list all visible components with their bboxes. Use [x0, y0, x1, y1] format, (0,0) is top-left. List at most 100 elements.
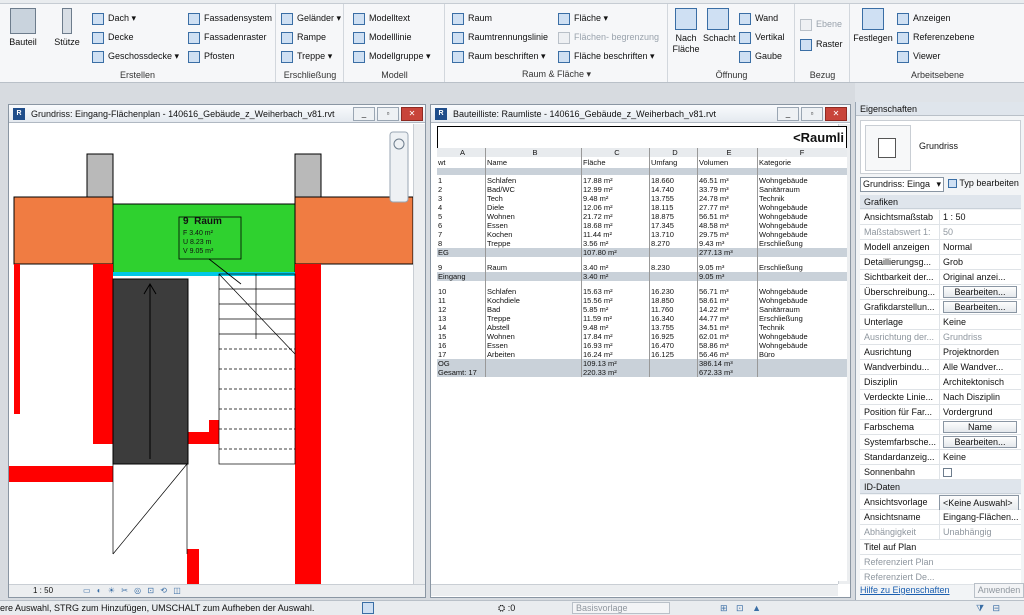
property-category[interactable]: Grafiken: [860, 195, 1021, 209]
table-cell[interactable]: 17.84 m²: [583, 332, 651, 341]
table-cell[interactable]: 27.77 m³: [699, 203, 759, 212]
property-value[interactable]: Projektnorden: [939, 345, 1019, 360]
property-edit-button[interactable]: Bearbeiten...: [943, 286, 1017, 298]
apply-button[interactable]: Anwenden: [974, 583, 1024, 598]
table-row[interactable]: 10 Schlafen 15.63 m² 16.230 56.71 m³ Wohngebä…: [437, 287, 847, 296]
table-cell[interactable]: Arbeiten: [487, 350, 583, 359]
property-row[interactable]: Sonnenbahn: [860, 465, 1021, 482]
table-cell[interactable]: 1: [438, 176, 487, 185]
table-cell[interactable]: 14.22 m³: [699, 305, 759, 314]
property-row[interactable]: Ansichtsmaßstab 1 : 50: [860, 210, 1021, 225]
property-value[interactable]: Bearbeiten...: [939, 300, 1019, 315]
area-boundary-button[interactable]: Flächen- begrenzung: [558, 29, 659, 45]
table-cell[interactable]: Bad: [487, 305, 583, 314]
table-cell[interactable]: Wohngebäude: [759, 203, 845, 212]
table-cell[interactable]: Erschließung: [759, 263, 845, 272]
column-button[interactable]: Stütze: [48, 8, 86, 48]
table-cell[interactable]: 5: [438, 212, 487, 221]
table-row[interactable]: 15 Wohnen 17.84 m² 16.925 62.01 m³ Wohngebäud…: [437, 332, 847, 341]
roof-button[interactable]: Dach ▾: [92, 10, 136, 26]
sun-path-checkbox[interactable]: [943, 468, 952, 477]
table-cell[interactable]: 3.40 m²: [583, 263, 651, 272]
curtain-system-button[interactable]: Fassadensystem: [188, 10, 272, 26]
table-cell[interactable]: Bad/WC: [487, 185, 583, 194]
table-cell[interactable]: 12: [438, 305, 487, 314]
table-row[interactable]: 11 Kochdiele 15.56 m² 18.850 58.61 m³ Wohngeb…: [437, 296, 847, 305]
model-line-button[interactable]: Modelllinie: [353, 29, 412, 45]
property-value[interactable]: Vordergrund: [939, 405, 1019, 420]
opening-by-face-button[interactable]: Nach Fläche: [671, 8, 701, 55]
area-button[interactable]: Fläche ▾: [558, 10, 608, 26]
table-row[interactable]: 6 Essen 18.68 m² 17.345 48.58 m³ Wohngebäude: [437, 221, 847, 230]
table-cell[interactable]: 13.755: [651, 323, 699, 332]
table-cell[interactable]: 17.345: [651, 221, 699, 230]
table-cell[interactable]: 11.59 m²: [583, 314, 651, 323]
table-cell[interactable]: 9: [438, 263, 487, 272]
property-row[interactable]: Ansichtsvorlage <Keine Auswahl>: [860, 495, 1021, 512]
property-edit-button[interactable]: Bearbeiten...: [943, 301, 1017, 313]
table-cell[interactable]: Raum: [487, 263, 583, 272]
curtain-grid-button[interactable]: Fassadenraster: [188, 29, 267, 45]
table-cell[interactable]: 56.71 m³: [699, 287, 759, 296]
table-cell[interactable]: Wohngebäude: [759, 221, 845, 230]
floor-button[interactable]: Geschossdecke ▾: [92, 48, 179, 64]
table-cell[interactable]: 9.05 m³: [699, 263, 759, 272]
model-text-button[interactable]: Modelltext: [353, 10, 410, 26]
table-cell[interactable]: 7: [438, 230, 487, 239]
view-type-selector[interactable]: Grundriss: Einga ▾: [860, 177, 944, 192]
table-row[interactable]: 4 Diele 12.06 m² 18.115 27.77 m³ Wohngebäude: [437, 203, 847, 212]
table-cell[interactable]: 29.75 m³: [699, 230, 759, 239]
column-letter[interactable]: C: [583, 148, 651, 157]
column-header[interactable]: Kategorie: [759, 158, 845, 167]
column-letter[interactable]: B: [487, 148, 583, 157]
panel-room-area-label[interactable]: Raum & Fläche ▾: [446, 69, 667, 80]
table-row[interactable]: 3 Tech 9.48 m² 13.755 24.78 m³ Technik: [437, 194, 847, 203]
table-cell[interactable]: 8: [438, 239, 487, 248]
floorplan-canvas[interactable]: [9, 124, 413, 584]
property-value[interactable]: Normal: [939, 240, 1019, 255]
table-cell[interactable]: Wohngebäude: [759, 287, 845, 296]
table-cell[interactable]: 3: [438, 194, 487, 203]
property-row[interactable]: Detaillierungsg... Grob: [860, 255, 1021, 270]
table-row[interactable]: 16 Essen 16.93 m² 16.470 58.86 m³ Wohngebäude: [437, 341, 847, 350]
column-header[interactable]: wt: [438, 158, 487, 167]
column-header[interactable]: Umfang: [651, 158, 699, 167]
table-cell[interactable]: Erschließung: [759, 314, 845, 323]
tag-room-button[interactable]: Raum beschriften ▾: [452, 48, 546, 64]
column-letter[interactable]: D: [651, 148, 699, 157]
room-separator-button[interactable]: Raumtrennungslinie: [452, 29, 548, 45]
table-cell[interactable]: 16: [438, 341, 487, 350]
vertical-opening-button[interactable]: Vertikal: [739, 29, 785, 45]
property-value[interactable]: Grob: [939, 255, 1019, 270]
table-cell[interactable]: Technik: [759, 323, 845, 332]
property-row[interactable]: Standardanzeig... Keine: [860, 450, 1021, 465]
table-cell[interactable]: 12.06 m²: [583, 203, 651, 212]
column-header[interactable]: Name: [487, 158, 583, 167]
stair-button[interactable]: Treppe ▾: [281, 48, 332, 64]
view-control-icons[interactable]: ▭ ◐ ☀ ✂ ◎ ⊡ ⟲ ◫: [83, 586, 183, 595]
table-cell[interactable]: 16.230: [651, 287, 699, 296]
selection-filter-icons[interactable]: ⊞ ⊡ ▲: [720, 601, 764, 615]
table-cell[interactable]: 9.43 m³: [699, 239, 759, 248]
property-row[interactable]: Disziplin Architektonisch: [860, 375, 1021, 390]
property-row[interactable]: Referenziert Plan: [860, 555, 1021, 570]
property-row[interactable]: Abhängigkeit Unabhängig: [860, 525, 1021, 540]
schedule-hscroll[interactable]: [431, 584, 838, 596]
table-cell[interactable]: Essen: [487, 221, 583, 230]
table-cell[interactable]: Technik: [759, 194, 845, 203]
filter-icon[interactable]: ⧩ ⊟: [976, 601, 1003, 615]
table-cell[interactable]: 5.85 m²: [583, 305, 651, 314]
table-cell[interactable]: Essen: [487, 341, 583, 350]
show-work-plane-button[interactable]: Anzeigen: [897, 10, 951, 26]
property-value[interactable]: Grundriss: [939, 330, 1019, 345]
ramp-button[interactable]: Rampe: [281, 29, 326, 45]
table-cell[interactable]: 8.230: [651, 263, 699, 272]
table-cell[interactable]: 44.77 m³: [699, 314, 759, 323]
table-row[interactable]: 5 Wohnen 21.72 m² 18.875 56.51 m³ Wohngebäude: [437, 212, 847, 221]
property-value[interactable]: Bearbeiten...: [939, 285, 1019, 300]
table-cell[interactable]: 2: [438, 185, 487, 194]
property-value[interactable]: Bearbeiten...: [939, 435, 1019, 450]
table-cell[interactable]: 48.58 m³: [699, 221, 759, 230]
wall-opening-button[interactable]: Wand: [739, 10, 778, 26]
table-cell[interactable]: 11.44 m²: [583, 230, 651, 239]
